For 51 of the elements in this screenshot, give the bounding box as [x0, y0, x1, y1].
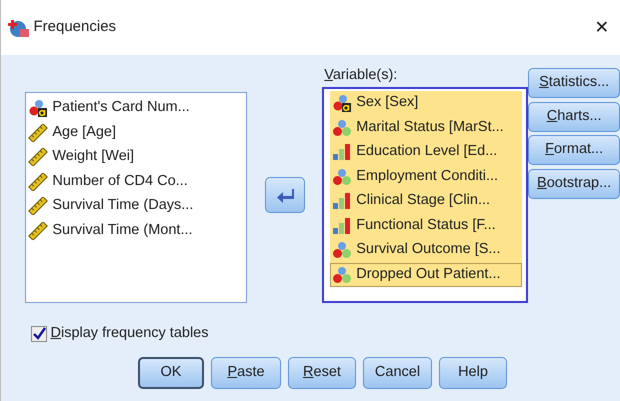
move-button[interactable] — [264, 176, 305, 212]
close-button[interactable]: ✕ — [594, 14, 610, 41]
variable-item[interactable]: Marital Status [MarSt... — [330, 116, 522, 140]
ordinal-variable-icon — [332, 192, 352, 210]
variable-item[interactable]: Patient's Card Num... — [52, 97, 190, 120]
dialog-button[interactable]: Cancel — [363, 356, 432, 389]
variable-label: Functional Status [F... — [356, 216, 496, 235]
variable-item[interactable]: Age [Age] — [52, 122, 116, 144]
ordinal-variable-icon — [332, 216, 352, 235]
variable-item[interactable]: Functional Status [F... — [330, 214, 522, 238]
string-variable-icon — [28, 99, 48, 118]
variable-item[interactable]: Clinical Stage [Clin... — [330, 189, 522, 214]
string-variable-icon — [332, 94, 352, 112]
variable-item[interactable]: Number of CD4 Co... — [52, 170, 188, 193]
nominal-variable-icon — [332, 168, 352, 186]
variable-item[interactable]: Survival Time (Mont... — [52, 220, 193, 242]
variable-item[interactable]: Weight [Wei] — [52, 146, 134, 168]
nominal-variable-icon — [332, 118, 352, 137]
checkbox[interactable] — [31, 326, 47, 342]
app-icon — [8, 18, 30, 38]
variable-label: Marital Status [MarSt... — [356, 118, 504, 137]
dialog-button[interactable]: Format... — [528, 135, 620, 165]
variable-item[interactable]: Survival Outcome [S... — [330, 238, 522, 262]
variable-item[interactable]: Employment Conditi... — [330, 164, 522, 189]
variable-item[interactable]: Survival Time (Days... — [52, 195, 194, 218]
variable-item[interactable]: Sex [Sex] — [330, 91, 522, 116]
dialog-button[interactable]: Statistics... — [528, 68, 620, 98]
source-variable-list[interactable]: Patient's Card Num... Age [Age] Weight [Wei] Number of CD4 Co... Survival Time (Days... Survival Time (Mont... — [25, 92, 248, 303]
nominal-variable-icon — [332, 266, 352, 284]
variable-label: Dropped Out Patient... — [356, 264, 501, 284]
variable-label: Education Level [Ed... — [356, 142, 498, 162]
checkmark-icon — [32, 327, 46, 340]
window-title: Frequencies — [34, 17, 116, 38]
variable-item[interactable]: Education Level [Ed... — [330, 140, 522, 164]
variables-label: Variable(s): — [324, 66, 398, 85]
dialog-button[interactable]: Help — [439, 356, 507, 389]
checkbox-label[interactable]: Display frequency tables — [50, 323, 208, 345]
dialog-button[interactable]: Reset — [288, 356, 356, 389]
nominal-variable-icon — [332, 241, 352, 260]
variable-label: Clinical Stage [Clin... — [356, 191, 490, 210]
dialog-button[interactable]: Paste — [211, 356, 281, 389]
dialog-button[interactable]: Charts... — [528, 102, 620, 132]
selected-variable-list[interactable]: Sex [Sex] Marital Status [MarSt... Education Level [Ed... Employment Conditi... Clinical Stage [Clin... Functional Status [F... Survival Outcome [S... Dropped Out Patient... — [322, 87, 528, 303]
variable-label: Survival Outcome [S... — [356, 240, 500, 260]
arrow-icon — [276, 186, 294, 202]
ordinal-variable-icon — [332, 143, 352, 162]
variable-item[interactable]: Dropped Out Patient... — [330, 262, 522, 287]
variable-label: Employment Conditi... — [356, 166, 498, 186]
variable-label: Sex [Sex] — [356, 93, 418, 112]
dialog-button[interactable]: OK — [138, 356, 204, 389]
dialog-button[interactable]: Bootstrap... — [528, 168, 620, 198]
